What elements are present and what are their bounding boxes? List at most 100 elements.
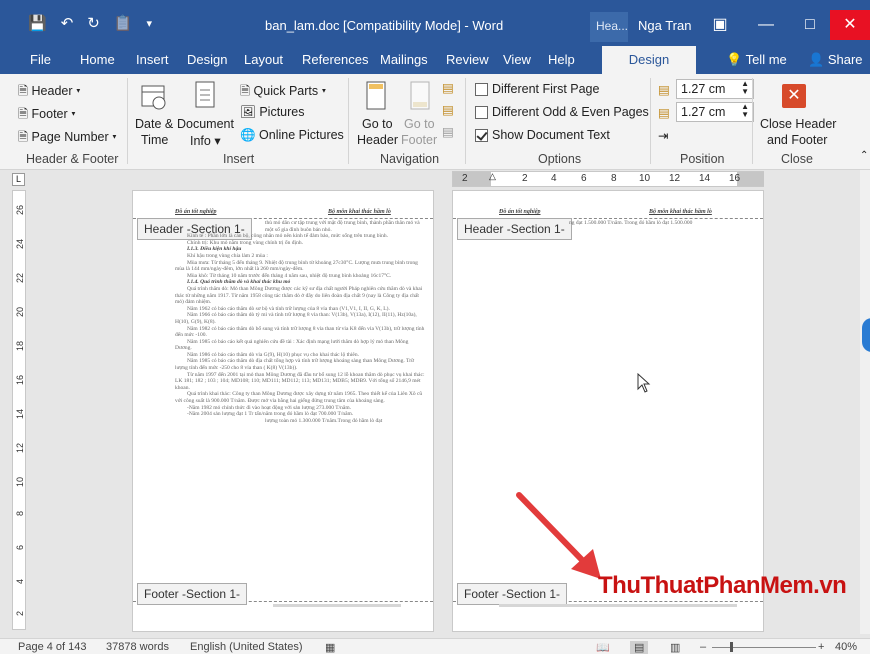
zoom-level[interactable]: 40% bbox=[835, 641, 857, 653]
different-odd-even-checkbox[interactable] bbox=[475, 106, 488, 119]
tab-selector[interactable]: L bbox=[12, 173, 25, 186]
next-section-icon[interactable]: ▤ bbox=[442, 102, 454, 117]
save-icon[interactable]: 💾 bbox=[28, 14, 47, 32]
close-header-footer-label-2[interactable]: and Footer bbox=[767, 133, 827, 147]
header-footer-tools-tab[interactable]: Hea... bbox=[590, 12, 628, 42]
go-to-header-label-1[interactable]: Go to bbox=[362, 117, 393, 131]
zoom-slider[interactable] bbox=[712, 647, 816, 648]
different-first-page-label[interactable]: Different First Page bbox=[492, 82, 599, 96]
date-time-label-1[interactable]: Date & bbox=[135, 117, 173, 131]
pictures-button[interactable]: 🖼 Pictures bbox=[240, 105, 305, 120]
header-from-top-value: 1.27 cm bbox=[681, 82, 726, 96]
red-arrow-icon bbox=[516, 492, 601, 579]
redo-icon[interactable]: ↻ bbox=[87, 14, 100, 32]
close-header-footer-label-1[interactable]: Close Header bbox=[760, 117, 836, 131]
ruler-number: 22 bbox=[15, 273, 25, 284]
print-layout-icon[interactable]: ▤ bbox=[630, 641, 649, 654]
online-pictures-button[interactable]: 🌐 Online Pictures bbox=[240, 128, 344, 143]
ruler-number: 26 bbox=[15, 205, 25, 216]
tab-review[interactable]: Review bbox=[446, 52, 489, 67]
calendar-icon[interactable] bbox=[140, 82, 168, 110]
page-body-text[interactable]: ng đạt 1.500.000 T/năm. Trong đó hầm lò … bbox=[569, 220, 759, 228]
page-body-text[interactable]: thủ mỏ dân cư tập trung với mật độ trung… bbox=[175, 220, 425, 598]
language[interactable]: English (United States) bbox=[190, 641, 303, 653]
go-to-footer-label-1[interactable]: Go to bbox=[404, 117, 435, 131]
date-time-label-2[interactable]: Time bbox=[141, 133, 168, 147]
body-line: Quá trình thăm dò: Mỏ than Mông Dương đư… bbox=[175, 285, 423, 306]
show-document-text-checkbox[interactable] bbox=[475, 129, 488, 142]
group-position-label: Position bbox=[680, 152, 725, 166]
previous-section-icon[interactable]: ▤ bbox=[442, 80, 454, 95]
close-window-button[interactable]: ✕ bbox=[830, 10, 870, 40]
body-line: Năm 1966 có báo cáo thăm dò tỷ mỉ và tín… bbox=[175, 312, 417, 325]
body-line: -Năm 2004 sản lượng đạt 1 Tr tấn/năm tro… bbox=[187, 411, 354, 418]
vertical-ruler[interactable]: 26 24 22 20 18 16 14 12 10 8 6 4 2 bbox=[12, 190, 26, 630]
document-page-1[interactable]: Đồ án tốt nghiệp Bộ môn khai thác hầm lò… bbox=[132, 190, 434, 632]
document-info-label-1[interactable]: Document bbox=[177, 117, 234, 131]
horizontal-ruler[interactable]: 2 2 4 6 8 10 12 14 16 △ bbox=[452, 171, 764, 187]
page-header-right[interactable]: Bộ môn khai thác hầm lò bbox=[328, 209, 391, 215]
go-to-footer-icon[interactable] bbox=[408, 80, 432, 112]
close-header-footer-icon[interactable]: ✕ bbox=[782, 84, 806, 108]
page-count[interactable]: Page 4 of 143 bbox=[18, 641, 87, 653]
insert-alignment-tab-icon[interactable]: ⇥ bbox=[658, 128, 668, 143]
tab-design[interactable]: Design bbox=[187, 52, 227, 67]
go-to-header-label-2[interactable]: Header bbox=[357, 133, 398, 147]
body-line: Năm 1985 có báo cáo thăm dò địa chất tổn… bbox=[175, 358, 415, 372]
link-to-previous-icon[interactable]: ▤ bbox=[442, 124, 454, 139]
tell-me-search[interactable]: 💡 Tell me bbox=[726, 52, 787, 68]
page-header-left[interactable]: Đồ án tốt nghiệp bbox=[499, 209, 541, 215]
read-mode-icon[interactable]: 📖 bbox=[596, 641, 610, 654]
spinner-arrows-icon[interactable]: ▲ ▼ bbox=[741, 80, 749, 96]
ruler-number: 2 bbox=[15, 611, 25, 617]
document-info-icon[interactable] bbox=[193, 80, 217, 110]
body-line: Quá trình khai thác: Công ty than Mông D… bbox=[175, 391, 423, 405]
footer-section-tag: Footer -Section 1- bbox=[137, 583, 248, 605]
tab-mailings[interactable]: Mailings bbox=[380, 52, 428, 67]
word-count[interactable]: 37878 words bbox=[106, 641, 169, 653]
vertical-scrollbar[interactable] bbox=[860, 170, 870, 634]
group-header-footer-label: Header & Footer bbox=[26, 152, 119, 166]
tab-header-footer-design[interactable]: Design bbox=[602, 46, 696, 74]
tab-layout[interactable]: Layout bbox=[244, 52, 283, 67]
header-dropdown[interactable]: 🗎 Header ▾ bbox=[18, 82, 81, 103]
go-to-footer-label-2[interactable]: Footer bbox=[401, 133, 437, 147]
quick-parts-dropdown[interactable]: 🗎 Quick Parts ▾ bbox=[240, 82, 326, 103]
undo-icon[interactable]: ↶ bbox=[61, 14, 74, 32]
zoom-slider-thumb[interactable] bbox=[730, 642, 733, 652]
tab-home[interactable]: Home bbox=[80, 52, 115, 67]
page-header-left[interactable]: Đồ án tốt nghiệp bbox=[175, 209, 217, 215]
minimize-button[interactable]: — bbox=[746, 10, 786, 40]
ruler-number: 12 bbox=[669, 173, 681, 184]
show-document-text-label[interactable]: Show Document Text bbox=[492, 128, 610, 142]
zoom-in-icon[interactable]: + bbox=[818, 641, 824, 653]
scroll-indicator[interactable] bbox=[862, 318, 870, 352]
ribbon-display-options-icon[interactable]: ▣ bbox=[700, 10, 740, 40]
macro-icon[interactable]: ▦ bbox=[325, 641, 335, 654]
indent-marker-icon[interactable]: △ bbox=[489, 171, 496, 182]
tab-file[interactable]: File bbox=[30, 52, 51, 67]
group-divider bbox=[752, 78, 753, 164]
tab-help[interactable]: Help bbox=[548, 52, 575, 67]
zoom-out-icon[interactable]: – bbox=[700, 641, 706, 653]
collapse-ribbon-icon[interactable]: ⌃ bbox=[860, 150, 868, 161]
footer-from-bottom-input[interactable]: 1.27 cm ▲ ▼ bbox=[676, 102, 754, 122]
page-number-dropdown[interactable]: 🗎 Page Number ▾ bbox=[18, 128, 117, 149]
go-to-header-icon[interactable] bbox=[364, 80, 388, 112]
different-odd-even-label[interactable]: Different Odd & Even Pages bbox=[492, 105, 649, 119]
maximize-button[interactable]: □ bbox=[790, 10, 830, 40]
tab-references[interactable]: References bbox=[302, 52, 368, 67]
clipboard-icon[interactable]: 📋 bbox=[114, 14, 133, 32]
tab-view[interactable]: View bbox=[503, 52, 531, 67]
customize-qat-icon[interactable]: ▾ bbox=[147, 17, 153, 30]
footer-dropdown[interactable]: 🗎 Footer ▾ bbox=[18, 105, 76, 126]
tab-insert[interactable]: Insert bbox=[136, 52, 169, 67]
page-header-right[interactable]: Bộ môn khai thác hầm lò bbox=[649, 209, 712, 215]
document-info-label-2[interactable]: Info ▾ bbox=[190, 133, 221, 148]
header-from-top-input[interactable]: 1.27 cm ▲ ▼ bbox=[676, 79, 754, 99]
web-layout-icon[interactable]: ▥ bbox=[670, 641, 680, 654]
spinner-arrows-icon[interactable]: ▲ ▼ bbox=[741, 103, 749, 119]
different-first-page-checkbox[interactable] bbox=[475, 83, 488, 96]
share-button[interactable]: 👤 Share bbox=[808, 52, 863, 68]
user-name[interactable]: Nga Tran bbox=[638, 18, 691, 33]
